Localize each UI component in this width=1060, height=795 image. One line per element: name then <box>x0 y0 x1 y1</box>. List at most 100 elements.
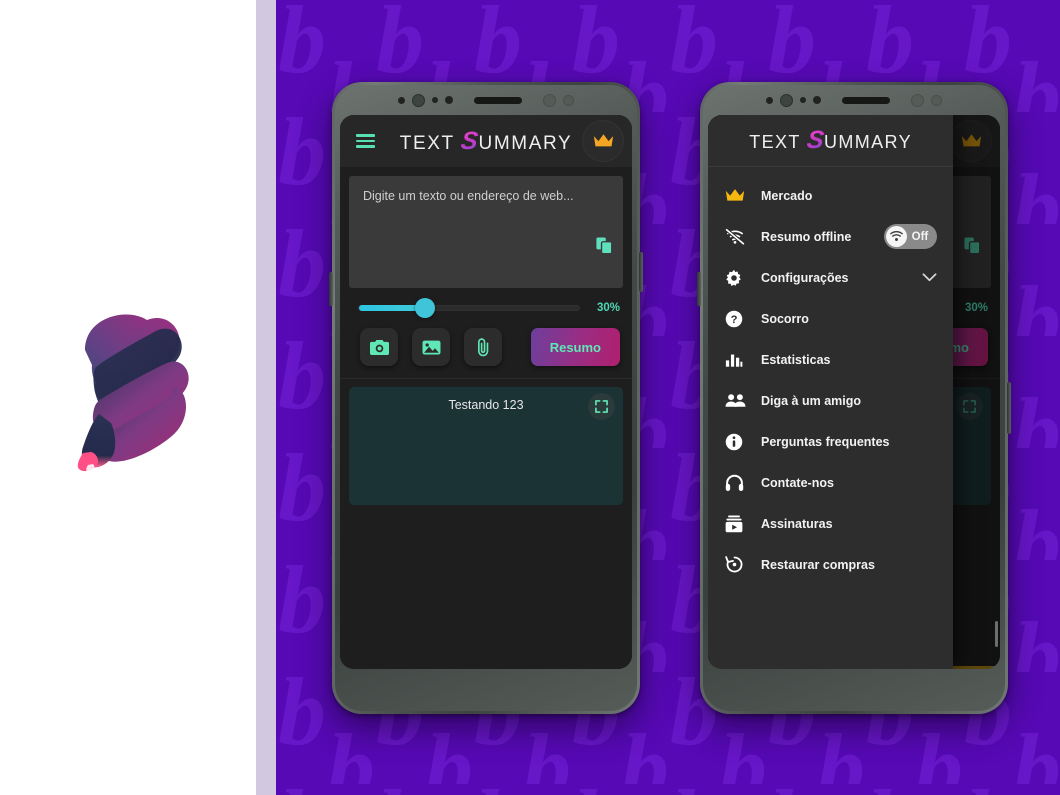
slider-value-label: 30% <box>596 302 620 314</box>
proximity-sensor <box>398 96 405 104</box>
action-button-row: Resumo <box>340 324 632 378</box>
drawer-menu-list: Mercado Resumo offline Off Configurações… <box>708 167 953 585</box>
subscriptions-icon <box>725 515 751 533</box>
gear-icon <box>725 269 751 287</box>
power-button-2[interactable] <box>1007 382 1011 434</box>
sidebar-item-label: Perguntas frequentes <box>761 434 890 449</box>
summary-length-slider[interactable] <box>358 298 580 318</box>
front-camera <box>780 93 793 107</box>
sidebar-item-diga-a-um-amigo[interactable]: Diga à um amigo <box>708 380 953 421</box>
drawer-header: TEXT SUMMARY <box>708 115 954 167</box>
volume-button-2[interactable] <box>697 272 701 306</box>
result-card: Testando 123 <box>349 387 623 505</box>
camera-button[interactable] <box>360 328 398 366</box>
summarize-button-label: Resumo <box>549 339 601 355</box>
app-title-prefix: TEXT <box>399 132 462 154</box>
earpiece-speaker <box>842 96 890 104</box>
sidebar-item-label: Socorro <box>761 311 809 326</box>
drawer-title: TEXT SUMMARY <box>708 126 953 155</box>
sidebar-item-label: Configurações <box>761 270 849 285</box>
people-icon <box>725 393 751 408</box>
secondary-sensor <box>931 94 942 106</box>
sidebar-item-restaurar-compras[interactable]: Restaurar compras <box>708 544 953 585</box>
offline-toggle-state: Off <box>911 230 929 243</box>
app-top-bar: TEXT SUMMARY <box>340 115 632 167</box>
chevron-down-icon[interactable] <box>922 269 937 287</box>
led-indicator <box>543 93 556 107</box>
sidebar-item-estatisticas[interactable]: Estatisticas <box>708 339 953 380</box>
phone-right-screen: 30% Resumo <box>708 115 1000 669</box>
premium-crown-button[interactable] <box>582 120 624 162</box>
light-sensor <box>432 97 438 103</box>
proximity-sensor <box>766 96 773 104</box>
panel-divider-strip <box>256 0 276 795</box>
svg-text:?: ? <box>731 314 738 326</box>
fullscreen-icon <box>595 400 608 413</box>
text-input-card[interactable]: Digite um texto ou endereço de web... <box>349 176 623 288</box>
phone-top-bezel-2 <box>703 85 1005 115</box>
sidebar-item-label: Resumo offline <box>761 229 852 244</box>
led-indicator <box>911 93 924 107</box>
light-sensor <box>800 97 806 103</box>
offline-toggle[interactable]: Off <box>883 224 938 249</box>
sidebar-item-label: Estatisticas <box>761 352 831 367</box>
sidebar-item-label: Contate-nos <box>761 475 834 490</box>
iris-sensor <box>445 96 453 104</box>
sidebar-item-socorro[interactable]: ? Socorro <box>708 298 953 339</box>
text-summary-s-logo <box>55 295 205 495</box>
text-input-placeholder: Digite um texto ou endereço de web... <box>363 189 574 203</box>
input-section: Digite um texto ou endereço de web... <box>340 167 632 288</box>
gallery-button[interactable] <box>412 328 450 366</box>
paperclip-icon <box>477 337 488 356</box>
summary-length-slider-row: 30% <box>340 288 632 324</box>
info-circle-icon <box>725 433 751 451</box>
wifi-icon <box>885 226 907 247</box>
sidebar-item-perguntas-frequentes[interactable]: Perguntas frequentes <box>708 421 953 462</box>
front-camera <box>412 93 425 107</box>
phone-left: TEXT SUMMARY Digite um texto ou endereço… <box>329 82 643 714</box>
phone-left-screen: TEXT SUMMARY Digite um texto ou endereço… <box>340 115 632 669</box>
secondary-sensor <box>563 94 574 106</box>
image-icon <box>422 340 440 354</box>
app-title-suffix: UMMARY <box>478 132 573 154</box>
iris-sensor <box>813 96 821 104</box>
sidebar-item-label: Mercado <box>761 188 813 203</box>
volume-button[interactable] <box>329 272 333 306</box>
sidebar-item-label: Restaurar compras <box>761 557 875 572</box>
wifi-off-icon <box>725 228 751 245</box>
result-section: Testando 123 <box>340 379 632 505</box>
sidebar-item-label: Assinaturas <box>761 516 833 531</box>
help-circle-icon: ? <box>725 310 751 328</box>
sidebar-item-label: Diga à um amigo <box>761 393 862 408</box>
summarize-button[interactable]: Resumo <box>530 328 620 366</box>
phone-top-bezel <box>335 85 637 115</box>
restore-icon <box>725 555 751 574</box>
attach-button[interactable] <box>464 328 502 366</box>
drawer-title-suffix: UMMARY <box>823 132 913 152</box>
left-logo-panel <box>0 0 256 795</box>
crown-icon <box>593 134 613 147</box>
drawer-scrollbar[interactable] <box>995 621 998 647</box>
purple-stage: b b <box>276 0 1060 795</box>
sidebar-item-configuracoes[interactable]: Configurações <box>708 257 953 298</box>
drawer-title-prefix: TEXT <box>749 132 807 152</box>
sidebar-item-contate-nos[interactable]: Contate-nos <box>708 462 953 503</box>
camera-icon <box>369 339 389 355</box>
earpiece-speaker <box>474 96 522 104</box>
bar-chart-icon <box>725 351 751 368</box>
hamburger-icon[interactable] <box>356 134 375 148</box>
sidebar-item-mercado[interactable]: Mercado <box>708 175 953 216</box>
power-button[interactable] <box>639 252 643 292</box>
result-text: Testando 123 <box>448 398 524 412</box>
sidebar-item-assinaturas[interactable]: Assinaturas <box>708 503 953 544</box>
app-main-screen: TEXT SUMMARY Digite um texto ou endereço… <box>340 115 632 669</box>
fullscreen-button[interactable] <box>588 393 615 420</box>
copy-paste-icon[interactable] <box>596 237 613 260</box>
phone-right: 30% Resumo <box>697 82 1011 714</box>
slider-thumb[interactable] <box>415 298 435 318</box>
crown-icon <box>725 188 751 203</box>
sidebar-item-resumo-offline[interactable]: Resumo offline Off <box>708 216 953 257</box>
app-empty-area <box>340 505 632 669</box>
headset-icon <box>725 474 751 492</box>
navigation-drawer: TEXT SUMMARY Mercado Resumo offline Off … <box>708 115 954 669</box>
